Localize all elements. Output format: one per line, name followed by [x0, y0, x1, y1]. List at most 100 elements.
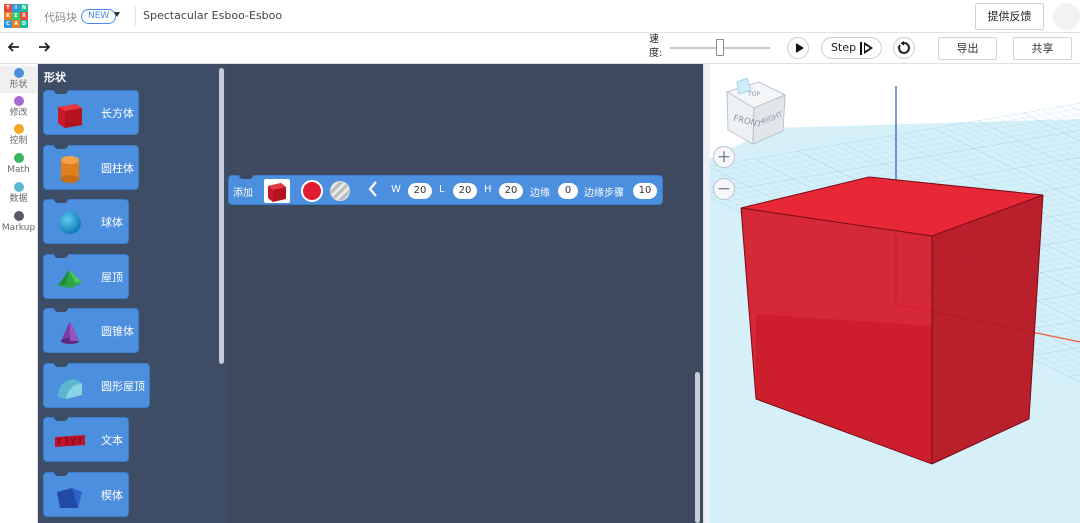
- roof-icon: [58, 270, 82, 288]
- category-dot: [13, 124, 24, 134]
- project-type-label: 代码块: [44, 11, 77, 24]
- cylinder-icon: [61, 156, 79, 183]
- category-shapes[interactable]: 形状: [0, 66, 37, 93]
- category-control[interactable]: 控制: [0, 123, 37, 150]
- text-icon: [55, 435, 85, 447]
- block-label: 圆锥体: [101, 325, 134, 338]
- code-workspace[interactable]: 添加 W 20 L 20 H 20 边缘 0 边缘步骤 10: [228, 64, 703, 523]
- block-roof[interactable]: 屋顶: [43, 254, 129, 299]
- category-markup[interactable]: Markup: [0, 210, 37, 237]
- rotate-left-icon: [898, 41, 910, 54]
- category-dot: [13, 68, 24, 78]
- scene-canvas[interactable]: TOP FRONT RIGHT: [703, 64, 1080, 523]
- speed-label: 速度:: [649, 34, 663, 59]
- flyout-title: 形状: [44, 71, 66, 84]
- category-label: Markup: [1, 223, 36, 233]
- zoom-in-button[interactable]: +: [713, 146, 735, 168]
- top-header: T I N K E R C A D 代码块 NEW Spectacular Es…: [0, 0, 1080, 33]
- step-button[interactable]: Step: [821, 37, 882, 59]
- block-box[interactable]: 长方体: [43, 90, 139, 135]
- logo-letter: C: [4, 20, 12, 28]
- block-label: 长方体: [101, 107, 134, 120]
- category-data[interactable]: 数据: [0, 181, 37, 208]
- tinkercad-codeblocks-app: T I N K E R C A D 代码块 NEW Spectacular Es…: [0, 0, 1080, 523]
- steps-input[interactable]: 10: [633, 183, 657, 199]
- flyout-scrollbar[interactable]: [219, 68, 224, 364]
- logo-letter: R: [20, 12, 28, 20]
- block-flyout: 形状 长方体 圆柱体 球体 屋顶 圆锥体 圆形屋顶 文本 楔体: [38, 64, 228, 523]
- bevel-input[interactable]: 0: [558, 183, 578, 199]
- 3d-viewport[interactable]: TOP FRONT RIGHT + −: [703, 64, 1080, 523]
- logo-letter: T: [4, 4, 12, 12]
- steps-label: 边缘步骤: [584, 188, 624, 199]
- play-button[interactable]: [787, 37, 809, 59]
- block-sphere[interactable]: 球体: [43, 199, 129, 244]
- block-label: 圆形屋顶: [101, 380, 145, 393]
- logo-letter: A: [12, 20, 20, 28]
- category-label: Math: [7, 165, 30, 175]
- category-label: 修改: [9, 108, 28, 118]
- zoom-out-button[interactable]: −: [713, 178, 735, 200]
- block-label: 屋顶: [101, 271, 123, 284]
- block-text[interactable]: 文本: [43, 417, 129, 462]
- height-input[interactable]: 20: [499, 183, 523, 199]
- block-label: 楔体: [101, 489, 123, 502]
- height-label: H: [484, 184, 492, 195]
- round-roof-icon: [58, 379, 82, 399]
- logo-letter: E: [12, 12, 20, 20]
- width-input[interactable]: 20: [408, 183, 432, 199]
- step-label: Step: [831, 41, 857, 54]
- header-divider: [135, 6, 136, 26]
- block-label: 文本: [101, 434, 123, 447]
- color-swatch[interactable]: [301, 180, 323, 202]
- reset-button[interactable]: [893, 37, 915, 59]
- feedback-button[interactable]: 提供反馈: [975, 3, 1044, 30]
- category-label: 控制: [9, 136, 28, 146]
- export-button[interactable]: 导出: [938, 37, 997, 60]
- view-cube[interactable]: TOP FRONT RIGHT: [725, 77, 787, 145]
- category-modify[interactable]: 修改: [0, 95, 37, 122]
- logo-letter: D: [20, 20, 28, 28]
- category-label: 数据: [9, 194, 28, 204]
- category-math[interactable]: Math: [0, 152, 37, 179]
- step-forward-icon: [860, 42, 874, 55]
- undo-icon[interactable]: [7, 41, 21, 57]
- category-rail: 形状 修改 控制 Math 数据 Markup: [0, 64, 38, 523]
- block-cylinder[interactable]: 圆柱体: [43, 145, 139, 190]
- category-dot: [13, 96, 24, 106]
- chevron-down-icon[interactable]: [114, 12, 120, 17]
- wedge-icon: [57, 488, 82, 508]
- workspace-scrollbar[interactable]: [695, 372, 700, 523]
- box-icon: [58, 104, 82, 128]
- logo-letter: I: [12, 4, 20, 12]
- block-label: 球体: [101, 216, 123, 229]
- toolbar: 速度: Step 导出 共享: [0, 33, 1080, 64]
- tinkercad-logo[interactable]: T I N K E R C A D: [4, 4, 28, 28]
- block-round-roof[interactable]: 圆形屋顶: [43, 363, 150, 408]
- length-label: L: [439, 184, 445, 195]
- add-label: 添加: [233, 188, 253, 199]
- block-cone[interactable]: 圆锥体: [43, 308, 139, 353]
- logo-letter: N: [20, 4, 28, 12]
- logo-letter: K: [4, 12, 12, 20]
- box-icon: [268, 183, 286, 202]
- avatar[interactable]: [1053, 3, 1080, 30]
- design-name[interactable]: Spectacular Esboo-Esboo: [143, 9, 282, 22]
- add-shape-block[interactable]: 添加 W 20 L 20 H 20 边缘 0 边缘步骤 10: [228, 175, 663, 205]
- category-label: 形状: [9, 80, 28, 90]
- shape-selector[interactable]: [264, 179, 290, 203]
- sphere-icon: [59, 212, 81, 234]
- bevel-label: 边缘: [530, 188, 550, 199]
- chevron-left-icon[interactable]: [368, 180, 378, 203]
- length-input[interactable]: 20: [453, 183, 477, 199]
- share-button[interactable]: 共享: [1013, 37, 1072, 60]
- cone-icon: [61, 321, 79, 344]
- new-badge: NEW: [81, 9, 117, 24]
- redo-icon[interactable]: [37, 41, 51, 57]
- speed-slider-handle[interactable]: [716, 39, 724, 56]
- block-wedge[interactable]: 楔体: [43, 472, 129, 517]
- hole-swatch[interactable]: [330, 181, 350, 201]
- width-label: W: [391, 184, 401, 195]
- viewport-resize-handle[interactable]: [703, 64, 710, 523]
- category-dot: [13, 211, 24, 221]
